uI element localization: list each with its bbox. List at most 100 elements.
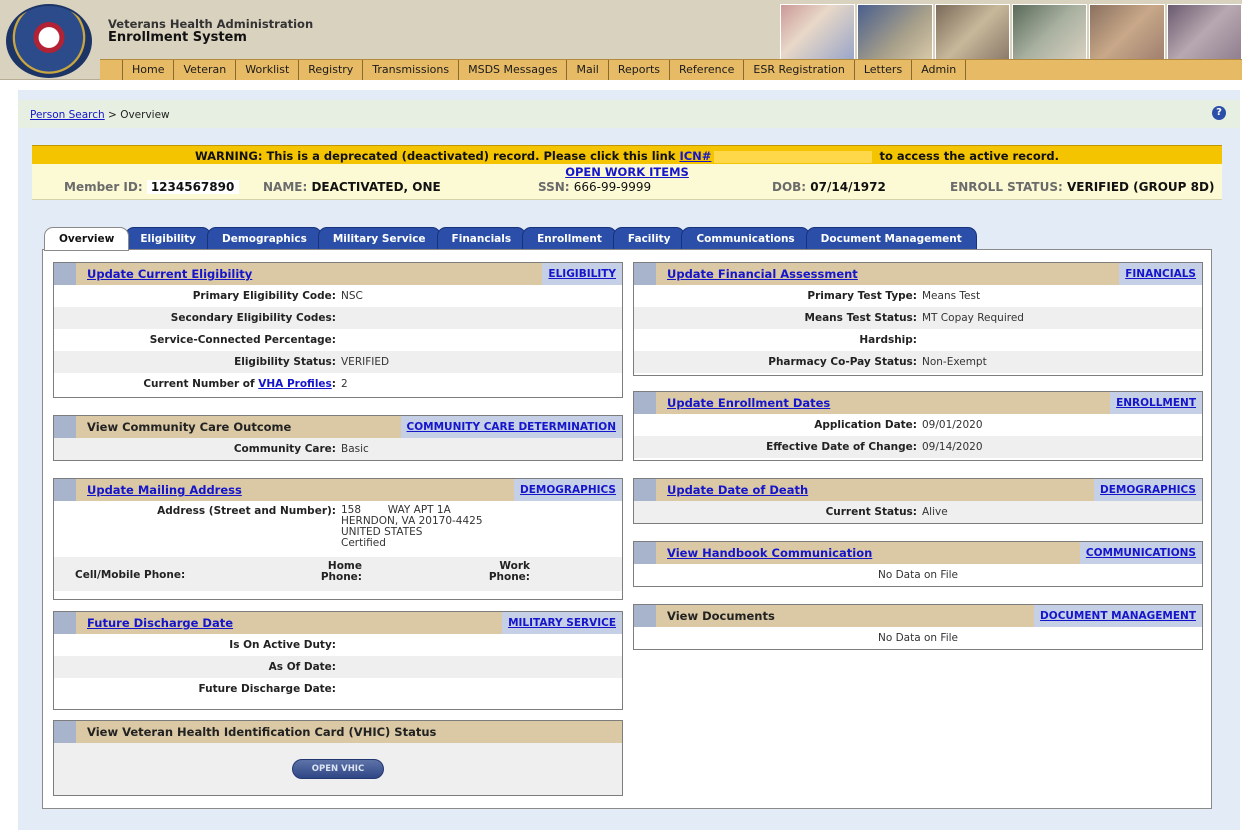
menu-item-home[interactable]: Home: [122, 60, 173, 80]
main-area: Person Search > Overview ? WARNING: This…: [18, 90, 1240, 830]
field-value: 09/14/2020: [922, 441, 983, 453]
menu-item-esr-registration[interactable]: ESR Registration: [743, 60, 853, 80]
communications-section-link[interactable]: COMMUNICATIONS: [1079, 542, 1202, 564]
cell-phone-label: Cell/Mobile Phone:: [75, 569, 186, 581]
org-name: Veterans Health Administration: [108, 17, 314, 31]
panel-marker-icon: [634, 605, 656, 627]
field-label: Effective Date of Change:: [766, 441, 917, 453]
member-id-label: Member ID:: [64, 180, 143, 194]
header-photo-banner: [780, 4, 1242, 60]
field-row-as-of-date: As Of Date:: [54, 656, 622, 678]
panel-marker-icon: [54, 416, 76, 438]
vhic-body: OPEN VHIC: [54, 743, 622, 795]
tab-demographics[interactable]: Demographics: [207, 227, 322, 250]
update-mailing-address-link[interactable]: Update Mailing Address: [87, 483, 242, 497]
demographics-section-link[interactable]: DEMOGRAPHICS: [514, 479, 622, 501]
field-row-is-on-active-duty: Is On Active Duty:: [54, 634, 622, 656]
tab-financials[interactable]: Financials: [436, 227, 527, 250]
person-info-bar: OPEN WORK ITEMS Member ID: 1234567890 NA…: [32, 164, 1222, 200]
field-label: Means Test Status:: [804, 312, 917, 324]
community-care-row: Community Care: Basic: [54, 438, 622, 460]
dob-value: 07/14/1972: [810, 180, 886, 194]
menu-item-admin[interactable]: Admin: [911, 60, 967, 80]
icn-redacted-value: [714, 150, 873, 163]
member-id: Member ID: 1234567890: [64, 180, 239, 194]
open-vhic-button[interactable]: OPEN VHIC: [292, 759, 384, 779]
menu-item-registry[interactable]: Registry: [298, 60, 362, 80]
documents-empty-row: No Data on File: [877, 632, 958, 644]
enrollment-dates-panel-header: Update Enrollment Dates ENROLLMENT: [634, 392, 1202, 414]
tab-document-management[interactable]: Document Management: [805, 227, 977, 250]
discharge-panel: Future Discharge Date MILITARY SERVICE I…: [53, 611, 623, 710]
update-current-eligibility-link[interactable]: Update Current Eligibility: [87, 267, 252, 281]
vha-profiles-link[interactable]: VHA Profiles: [258, 378, 332, 390]
tab-facility[interactable]: Facility: [612, 227, 686, 250]
va-seal-icon: [6, 4, 92, 78]
vha-profiles-suffix: :: [331, 378, 336, 390]
tab-bar: Overview Eligibility Demographics Military …: [44, 227, 977, 251]
future-discharge-date-link[interactable]: Future Discharge Date: [87, 616, 233, 630]
financial-panel: Update Financial Assessment FINANCIALS P…: [633, 262, 1203, 376]
field-label: Hardship:: [859, 334, 917, 346]
dob-label: DOB:: [772, 180, 807, 194]
date-of-death-panel-header: Update Date of Death DEMOGRAPHICS: [634, 479, 1202, 501]
field-row-future-discharge-date: Future Discharge Date:: [54, 678, 622, 700]
panel-marker-icon: [54, 479, 76, 501]
overview-tab-content: Update Current Eligibility ELIGIBILITY P…: [42, 249, 1212, 809]
community-care-panel: View Community Care Outcome COMMUNITY CA…: [53, 415, 623, 461]
documents-panel: View Documents DOCUMENT MANAGEMENT No Da…: [633, 604, 1203, 650]
view-documents-title: View Documents: [667, 609, 775, 623]
vha-profiles-label: Current Number of VHA Profiles:: [54, 378, 341, 390]
eligibility-section-link[interactable]: ELIGIBILITY: [542, 263, 622, 285]
phone-row: Cell/Mobile Phone: Home Phone: Work Phon…: [54, 557, 622, 591]
breadcrumb-bar: Person Search > Overview ?: [18, 100, 1240, 128]
tab-military-service[interactable]: Military Service: [317, 227, 441, 250]
menu-item-veteran[interactable]: Veteran: [173, 60, 235, 80]
field-row-primary-test-type: Primary Test Type: Means Test: [634, 285, 1202, 307]
field-row-pharmacy-co-pay-status: Pharmacy Co-Pay Status: Non-Exempt: [634, 351, 1202, 373]
system-name: Enrollment System: [108, 30, 247, 45]
warning-text-before: WARNING: This is a deprecated (deactivat…: [194, 149, 676, 163]
update-financial-assessment-link[interactable]: Update Financial Assessment: [667, 267, 858, 281]
community-care-title: View Community Care Outcome: [87, 420, 292, 434]
eligibility-rows: Primary Eligibility Code: NSC Secondary El…: [54, 285, 622, 373]
view-handbook-communication-link[interactable]: View Handbook Communication: [667, 546, 872, 560]
death-demographics-section-link[interactable]: DEMOGRAPHICS: [1094, 479, 1202, 501]
menu-item-reports[interactable]: Reports: [607, 60, 669, 80]
breadcrumb: Person Search > Overview: [30, 109, 170, 121]
document-management-section-link[interactable]: DOCUMENT MANAGEMENT: [1034, 605, 1202, 627]
work-phone-label: Work Phone:: [484, 561, 530, 583]
breadcrumb-person-search-link[interactable]: Person Search: [30, 109, 105, 121]
tab-communications[interactable]: Communications: [681, 227, 810, 250]
name-value: DEACTIVATED, ONE: [311, 180, 441, 194]
tab-enrollment[interactable]: Enrollment: [522, 227, 617, 250]
tab-overview[interactable]: Overview: [44, 227, 130, 251]
breadcrumb-current: Overview: [120, 109, 170, 121]
icn-link[interactable]: ICN#: [679, 149, 711, 163]
help-icon[interactable]: ?: [1212, 106, 1226, 120]
menu-item-worklist[interactable]: Worklist: [235, 60, 298, 80]
menu-item-reference[interactable]: Reference: [669, 60, 743, 80]
financials-section-link[interactable]: FINANCIALS: [1119, 263, 1202, 285]
field-value: Non-Exempt: [922, 356, 987, 368]
menu-item-transmissions[interactable]: Transmissions: [362, 60, 458, 80]
current-status-value: Alive: [922, 506, 948, 518]
menu-item-mail[interactable]: Mail: [566, 60, 607, 80]
community-care-determination-link[interactable]: COMMUNITY CARE DETERMINATION: [400, 416, 622, 438]
tab-eligibility[interactable]: Eligibility: [125, 227, 212, 250]
update-enrollment-dates-link[interactable]: Update Enrollment Dates: [667, 396, 830, 410]
menu-item-letters[interactable]: Letters: [853, 60, 911, 80]
enrollment-section-link[interactable]: ENROLLMENT: [1110, 392, 1202, 414]
open-work-items-link[interactable]: OPEN WORK ITEMS: [32, 165, 1222, 179]
panel-marker-icon: [54, 721, 76, 743]
update-date-of-death-link[interactable]: Update Date of Death: [667, 483, 808, 497]
member-id-value: 1234567890: [146, 180, 239, 194]
address-value: 158 WAY APT 1A HERNDON, VA 20170-4425 UNIT…: [341, 505, 483, 557]
community-care-panel-header: View Community Care Outcome COMMUNITY CA…: [54, 416, 622, 438]
military-service-section-link[interactable]: MILITARY SERVICE: [502, 612, 622, 634]
app-header: Veterans Health Administration Enrollmen…: [0, 0, 1242, 80]
menu-list: Home Veteran Worklist Registry Transmissions…: [122, 60, 1242, 80]
menu-item-msds-messages[interactable]: MSDS Messages: [458, 60, 566, 80]
eligibility-panel-header: Update Current Eligibility ELIGIBILITY: [54, 263, 622, 285]
eligibility-panel: Update Current Eligibility ELIGIBILITY P…: [53, 262, 623, 398]
